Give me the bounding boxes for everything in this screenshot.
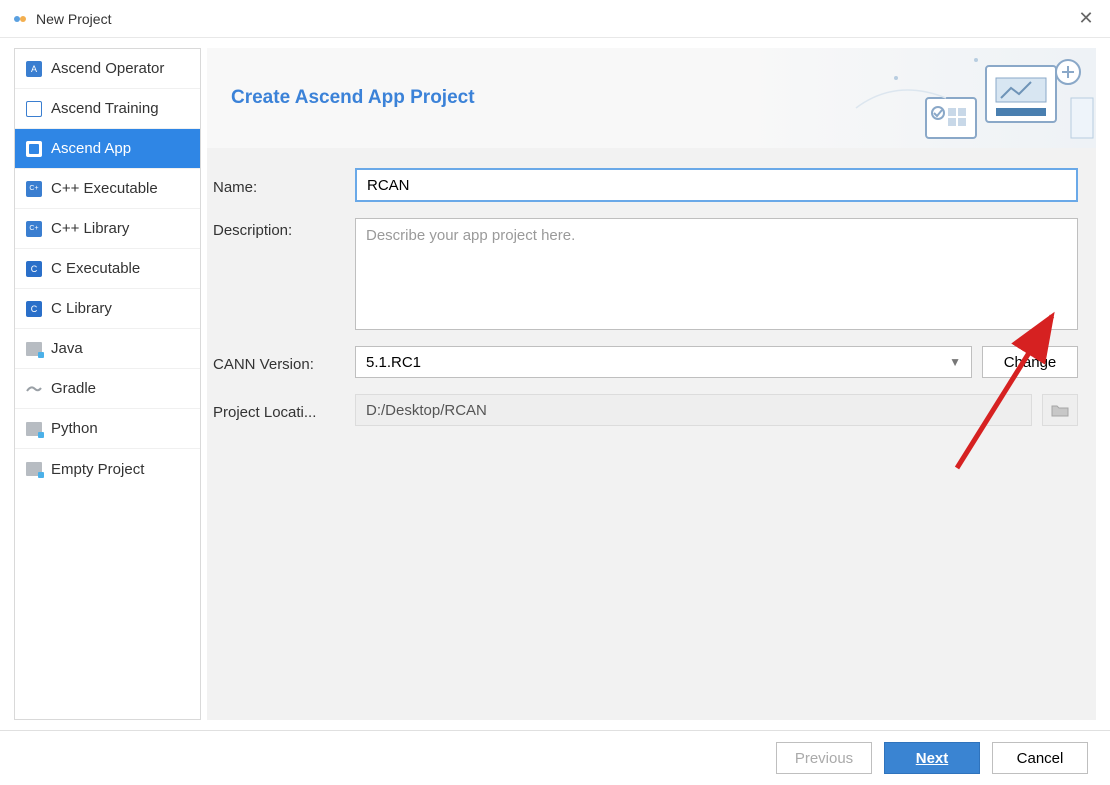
- sidebar-item-label: Ascend Operator: [51, 60, 164, 77]
- sidebar-item-label: C++ Executable: [51, 180, 158, 197]
- description-label: Description:: [213, 218, 355, 239]
- sidebar-item-label: Java: [51, 340, 83, 357]
- empty-icon: [25, 460, 43, 478]
- next-button[interactable]: Next: [884, 742, 980, 774]
- sidebar-item-label: Empty Project: [51, 461, 144, 478]
- sidebar-item-java[interactable]: Java: [15, 329, 200, 369]
- sidebar-item-label: C++ Library: [51, 220, 129, 237]
- sidebar-item-python[interactable]: Python: [15, 409, 200, 449]
- project-location-value: D:/Desktop/RCAN: [366, 402, 487, 419]
- previous-button[interactable]: Previous: [776, 742, 872, 774]
- project-location-label: Project Locati...: [213, 400, 355, 421]
- sidebar-item-label: Ascend Training: [51, 100, 159, 117]
- sidebar-item-empty-project[interactable]: Empty Project: [15, 449, 200, 489]
- titlebar: New Project ✕: [0, 0, 1110, 38]
- folder-icon: [1051, 403, 1069, 417]
- java-icon: [25, 340, 43, 358]
- sidebar-item-label: C Executable: [51, 260, 140, 277]
- training-icon: [25, 100, 43, 118]
- c-exe-icon: C: [25, 260, 43, 278]
- main-area: A Ascend Operator Ascend Training Ascend…: [0, 38, 1110, 720]
- dialog-footer: Previous Next Cancel: [0, 730, 1110, 785]
- sidebar-item-label: C Library: [51, 300, 112, 317]
- app-icon: [25, 140, 43, 158]
- sidebar-item-label: Gradle: [51, 380, 96, 397]
- c-lib-icon: C: [25, 300, 43, 318]
- browse-folder-button[interactable]: [1042, 394, 1078, 426]
- chevron-down-icon: ▼: [949, 355, 961, 369]
- project-type-sidebar: A Ascend Operator Ascend Training Ascend…: [14, 48, 201, 720]
- sidebar-item-cpp-executable[interactable]: C+ C++ Executable: [15, 169, 200, 209]
- description-input[interactable]: [355, 218, 1078, 330]
- change-button[interactable]: Change: [982, 346, 1078, 378]
- cann-version-label: CANN Version:: [213, 352, 355, 373]
- app-icon: [12, 11, 28, 27]
- content-panel: Create Ascend App Project: [207, 48, 1096, 720]
- sidebar-item-ascend-training[interactable]: Ascend Training: [15, 89, 200, 129]
- operator-icon: A: [25, 60, 43, 78]
- name-label: Name:: [213, 175, 355, 196]
- sidebar-item-c-library[interactable]: C C Library: [15, 289, 200, 329]
- cpp-exe-icon: C+: [25, 180, 43, 198]
- cann-version-value: 5.1.RC1: [366, 354, 421, 371]
- name-input[interactable]: [355, 168, 1078, 202]
- sidebar-item-gradle[interactable]: Gradle: [15, 369, 200, 409]
- close-icon[interactable]: ✕: [1074, 8, 1098, 29]
- sidebar-item-label: Ascend App: [51, 140, 131, 157]
- python-icon: [25, 420, 43, 438]
- sidebar-item-ascend-operator[interactable]: A Ascend Operator: [15, 49, 200, 89]
- cancel-button[interactable]: Cancel: [992, 742, 1088, 774]
- form: Name: Description: CANN Version: 5.1.RC1…: [207, 148, 1096, 426]
- cann-version-select[interactable]: 5.1.RC1 ▼: [355, 346, 972, 378]
- window-title: New Project: [36, 11, 111, 27]
- banner-illustration: [836, 48, 1096, 148]
- banner-title: Create Ascend App Project: [231, 87, 475, 109]
- project-location-field: D:/Desktop/RCAN: [355, 394, 1032, 426]
- cpp-lib-icon: C+: [25, 220, 43, 238]
- sidebar-item-label: Python: [51, 420, 98, 437]
- sidebar-item-c-executable[interactable]: C C Executable: [15, 249, 200, 289]
- sidebar-item-cpp-library[interactable]: C+ C++ Library: [15, 209, 200, 249]
- gradle-icon: [25, 380, 43, 398]
- sidebar-item-ascend-app[interactable]: Ascend App: [15, 129, 200, 169]
- banner: Create Ascend App Project: [207, 48, 1096, 148]
